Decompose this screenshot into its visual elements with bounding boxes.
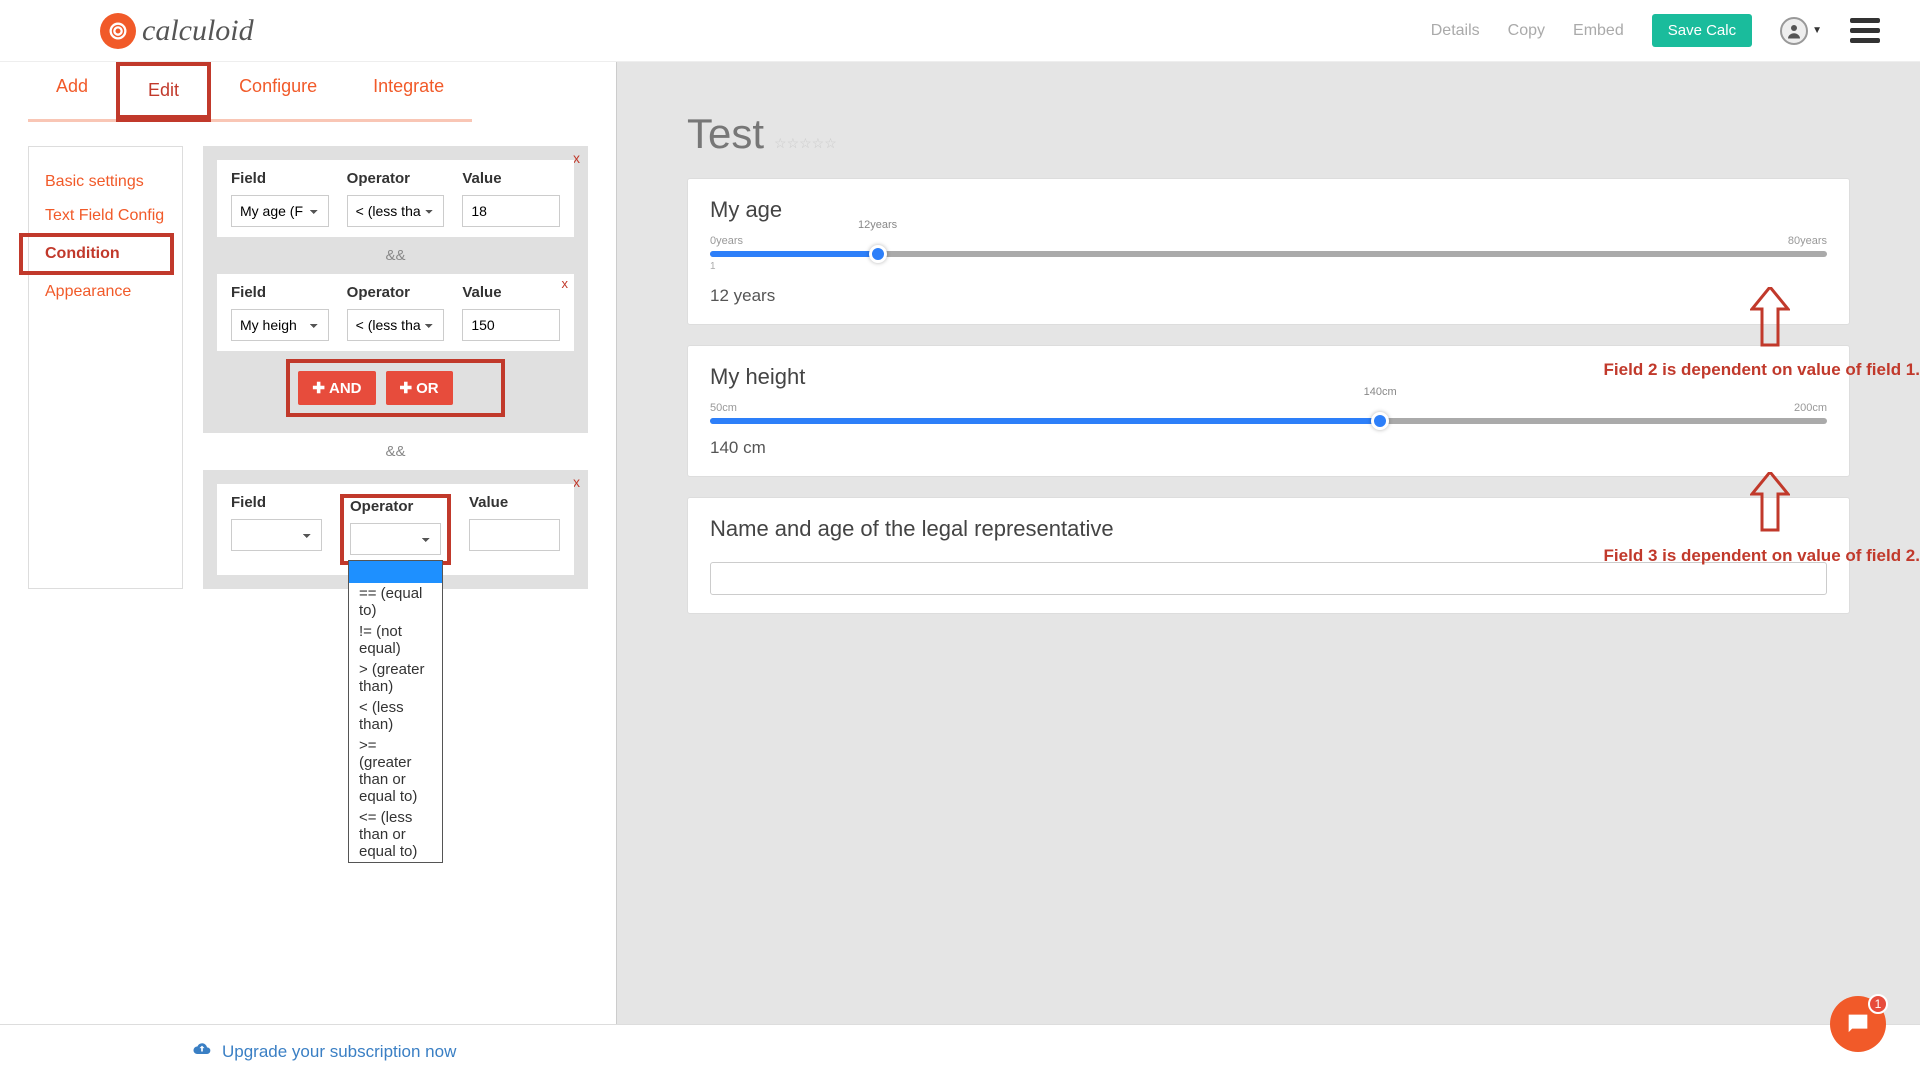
sidenav-basic-settings[interactable]: Basic settings [41, 165, 170, 199]
slider-min-label: 50cm [710, 402, 737, 414]
condition-row-1: Field My age (F Operator < (less tha Val… [217, 160, 574, 237]
operator-option-gt[interactable]: > (greater than) [349, 659, 442, 697]
arrow-up-icon [1750, 287, 1790, 347]
sidenav-appearance[interactable]: Appearance [41, 275, 170, 309]
height-slider[interactable] [710, 418, 1827, 424]
tab-configure[interactable]: Configure [211, 62, 345, 122]
operator-dropdown: == (equal to) != (not equal) > (greater … [348, 560, 443, 863]
condition-row-2: x Field My heigh Operator < (less tha Va… [217, 274, 574, 351]
chat-icon [1844, 1010, 1872, 1038]
operator-option-le[interactable]: <= (less than or equal to) [349, 807, 442, 862]
upgrade-link[interactable]: Upgrade your subscription now [222, 1042, 456, 1062]
calculator-title: Test [687, 110, 764, 158]
operator-option-blank[interactable] [349, 561, 442, 583]
value-input-2[interactable] [462, 309, 560, 341]
legal-rep-input[interactable] [710, 562, 1827, 595]
operator-option-lt[interactable]: < (less than) [349, 697, 442, 735]
field-label: Field [231, 494, 322, 511]
plus-icon: ✚ [400, 379, 413, 397]
cloud-upload-icon [190, 1039, 214, 1064]
editor-tabs: Add Edit Configure Integrate [28, 62, 588, 122]
slider-current-label: 12years [858, 219, 897, 231]
slider-thumb[interactable] [869, 245, 887, 263]
operator-label: Operator [347, 284, 445, 301]
slider-min-label: 0years [710, 235, 743, 247]
slider-thumb[interactable] [1371, 412, 1389, 430]
sidenav-condition[interactable]: Condition [41, 237, 170, 271]
value-label: Value [469, 494, 560, 511]
avatar-icon [1780, 17, 1808, 45]
close-icon[interactable]: x [562, 276, 569, 291]
operator-label: Operator [350, 498, 441, 515]
field-select-2[interactable]: My heigh [231, 309, 329, 341]
chat-badge: 1 [1868, 994, 1888, 1014]
preview-title-row: Test ☆☆☆☆☆ [687, 110, 1850, 158]
sidenav-text-field-config[interactable]: Text Field Config [41, 199, 170, 233]
operator-option-ne[interactable]: != (not equal) [349, 621, 442, 659]
user-menu[interactable]: ▼ [1780, 17, 1822, 45]
field-select-1[interactable]: My age (F [231, 195, 329, 227]
condition-group-1: x Field My age (F Operator < (less tha V… [203, 146, 588, 433]
app-header: calculoid Details Copy Embed Save Calc ▼ [0, 0, 1920, 62]
value-input-3[interactable] [469, 519, 560, 551]
close-icon[interactable]: x [573, 150, 580, 166]
logo-icon [100, 13, 136, 49]
condition-group-2: x Field Operator == (equal to) [203, 470, 588, 589]
operator-option-ge[interactable]: >= (greater than or equal to) [349, 735, 442, 807]
value-label: Value [462, 170, 560, 187]
field-result: 12 years [710, 286, 1827, 306]
operator-select-1[interactable]: < (less tha [347, 195, 445, 227]
footer: Upgrade your subscription now [0, 1024, 1920, 1078]
chevron-down-icon: ▼ [1812, 25, 1822, 36]
preview-pane: Test ☆☆☆☆☆ My age 0years 80years 12years… [617, 62, 1920, 1024]
nav-details[interactable]: Details [1431, 22, 1480, 40]
hamburger-menu[interactable] [1850, 18, 1880, 43]
brand-logo[interactable]: calculoid [100, 13, 254, 49]
operator-select-3[interactable] [350, 523, 441, 555]
arrow-up-icon [1750, 472, 1790, 532]
header-right: Details Copy Embed Save Calc ▼ [1431, 14, 1880, 47]
tab-add[interactable]: Add [28, 62, 116, 122]
operator-option-eq[interactable]: == (equal to) [349, 583, 442, 621]
and-separator: && [217, 237, 574, 274]
tab-edit[interactable]: Edit [120, 66, 207, 118]
field-label: Field [231, 284, 329, 301]
add-and-button[interactable]: ✚AND [298, 371, 375, 405]
slider-max-label: 200cm [1794, 402, 1827, 414]
brand-name: calculoid [142, 14, 254, 48]
slider-current-label: 140cm [1364, 386, 1397, 398]
condition-row-3: Field Operator == (equal to) != (not equ… [217, 484, 574, 575]
operator-select-2[interactable]: < (less tha [347, 309, 445, 341]
field-result: 140 cm [710, 438, 1827, 458]
value-input-1[interactable] [462, 195, 560, 227]
add-or-button[interactable]: ✚OR [386, 371, 453, 405]
chat-button[interactable]: 1 [1830, 996, 1886, 1052]
editor-pane: Add Edit Configure Integrate Basic setti… [0, 62, 617, 1024]
annotation-1: Field 2 is dependent on value of field 1… [1604, 360, 1920, 380]
nav-embed[interactable]: Embed [1573, 22, 1624, 40]
value-label: Value [462, 284, 560, 301]
field-select-3[interactable] [231, 519, 322, 551]
field-settings-nav: Basic settings Text Field Config Conditi… [28, 146, 183, 589]
rating-stars[interactable]: ☆☆☆☆☆ [774, 135, 837, 152]
and-separator: && [203, 433, 588, 470]
save-calc-button[interactable]: Save Calc [1652, 14, 1752, 47]
slider-max-label: 80years [1788, 235, 1827, 247]
condition-builder: x Field My age (F Operator < (less tha V… [203, 146, 588, 589]
close-icon[interactable]: x [573, 474, 580, 490]
field-card-age: My age 0years 80years 12years 1 12 years [687, 178, 1850, 325]
field-label: Field [231, 170, 329, 187]
plus-icon: ✚ [312, 379, 325, 397]
annotation-2: Field 3 is dependent on value of field 2… [1604, 546, 1920, 566]
age-slider[interactable] [710, 251, 1827, 257]
nav-copy[interactable]: Copy [1508, 22, 1545, 40]
operator-label: Operator [347, 170, 445, 187]
tab-integrate[interactable]: Integrate [345, 62, 472, 122]
field-title: Name and age of the legal representative [710, 516, 1827, 542]
